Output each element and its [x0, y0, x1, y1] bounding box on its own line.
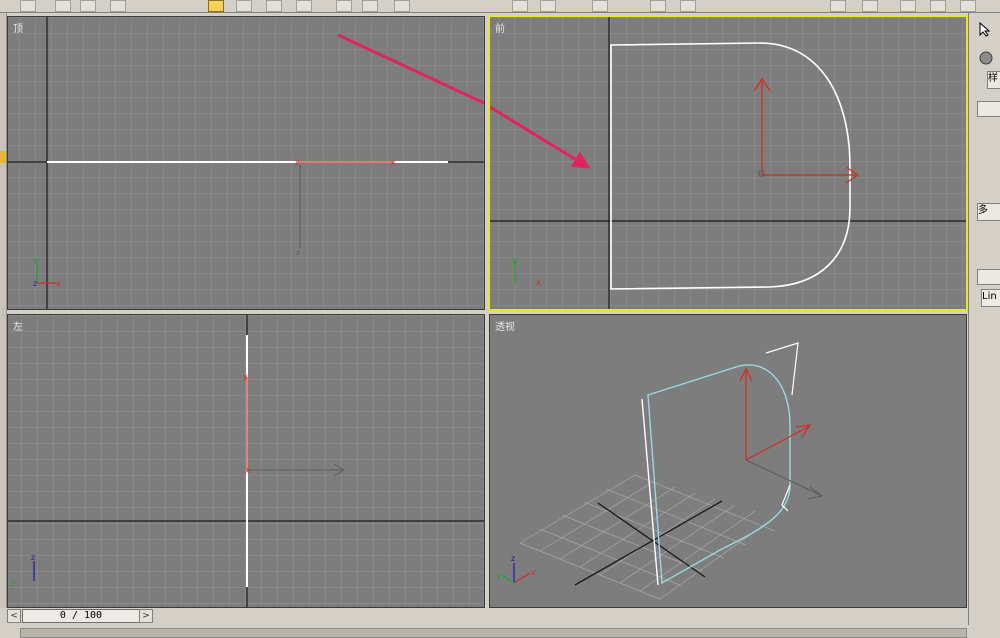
toolbar-button[interactable]: [960, 0, 976, 12]
svg-text:y: y: [496, 571, 501, 580]
command-panel: 样 多 Lin: [968, 13, 1000, 625]
strip-marker: [0, 151, 6, 163]
toolbar-button[interactable]: [55, 0, 71, 12]
svg-text:x: x: [536, 278, 541, 287]
svg-text:x: x: [245, 466, 250, 475]
toolbar-button[interactable]: [540, 0, 556, 12]
svg-text:z: z: [33, 279, 37, 288]
toolbar-button[interactable]: [512, 0, 528, 12]
viewport-label-perspective: 透视: [495, 322, 515, 333]
main-toolbar: [0, 0, 1000, 13]
toolbar-button[interactable]: [930, 0, 946, 12]
snap-button[interactable]: [362, 0, 378, 12]
timeline-bar: < 0 / 100 >: [0, 608, 968, 638]
rollout-header-2[interactable]: [977, 269, 1000, 285]
viewport-label-top: 顶: [13, 24, 23, 35]
viewport-label-front: 前: [495, 24, 505, 35]
svg-text:y: y: [33, 255, 38, 264]
toolbar-button[interactable]: [20, 0, 36, 12]
viewport-left[interactable]: y x z y 左: [7, 314, 485, 608]
toolbar-button[interactable]: [110, 0, 126, 12]
toolbar-button[interactable]: [336, 0, 352, 12]
next-frame-icon[interactable]: >: [139, 609, 153, 623]
toolbar-button[interactable]: [80, 0, 96, 12]
svg-text:x: x: [56, 279, 61, 288]
svg-text:z: z: [31, 553, 35, 562]
viewport-top[interactable]: x y z y z x 顶: [7, 16, 485, 310]
rollout-header[interactable]: [977, 101, 1000, 117]
svg-text:y: y: [512, 255, 517, 264]
time-slider[interactable]: 0 / 100: [22, 609, 140, 623]
toolbar-button[interactable]: [900, 0, 916, 12]
viewport-label-left: 左: [13, 322, 23, 333]
line-field[interactable]: Lin: [981, 289, 1000, 307]
svg-text:x: x: [531, 568, 536, 577]
name-field[interactable]: 样: [987, 71, 1000, 89]
select-tool-button[interactable]: [208, 0, 224, 12]
svg-text:y: y: [295, 157, 300, 166]
viewport-front[interactable]: y x 前: [488, 15, 968, 311]
toolbar-button[interactable]: [680, 0, 696, 12]
select-by-name-button[interactable]: [236, 0, 252, 12]
select-arrow-icon[interactable]: [977, 21, 993, 37]
svg-text:y: y: [243, 372, 248, 381]
svg-text:z: z: [511, 554, 515, 563]
toolbar-button[interactable]: [592, 0, 608, 12]
toolbar-button[interactable]: [862, 0, 878, 12]
rollout-button[interactable]: 多: [977, 203, 1000, 221]
svg-text:x: x: [391, 158, 396, 167]
prev-frame-icon[interactable]: <: [7, 609, 21, 623]
svg-text:y: y: [11, 578, 16, 587]
toolbar-button[interactable]: [830, 0, 846, 12]
left-edge-strip: [0, 13, 7, 613]
viewport-perspective[interactable]: z x y 透视: [489, 314, 967, 608]
toolbar-button[interactable]: [394, 0, 410, 12]
region-select-button[interactable]: [266, 0, 282, 12]
sphere-icon[interactable]: [979, 51, 993, 65]
toolbar-button[interactable]: [296, 0, 312, 12]
timeline-track[interactable]: [20, 628, 967, 638]
svg-text:z: z: [296, 249, 300, 257]
toolbar-button[interactable]: [650, 0, 666, 12]
